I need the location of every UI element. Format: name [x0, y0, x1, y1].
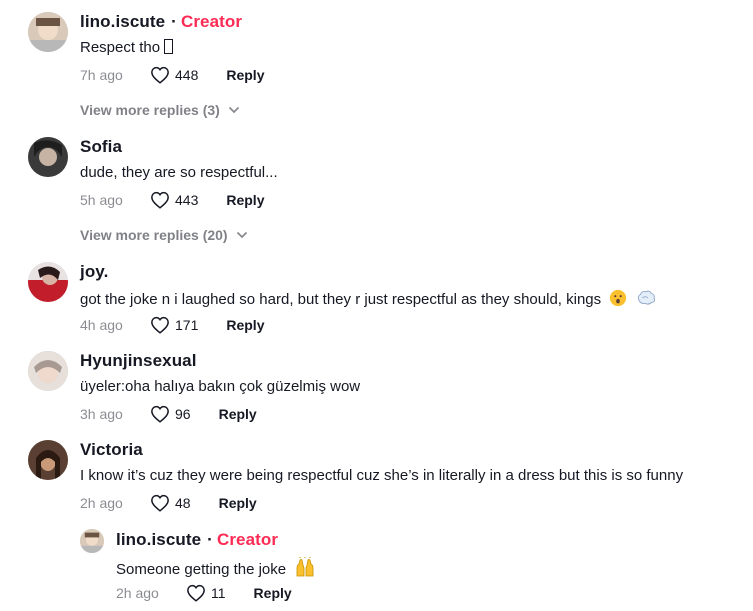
view-more-replies-button[interactable]: View more replies (3): [80, 102, 240, 118]
comment-username[interactable]: Hyunjinsexual: [80, 351, 197, 371]
raising-hands-emoji: [296, 557, 314, 577]
heart-icon: [151, 405, 169, 423]
avatar[interactable]: [28, 351, 68, 391]
comment-username[interactable]: lino.iscute · Creator: [116, 530, 278, 550]
comment-text: got the joke n i laughed so hard, but th…: [80, 289, 656, 308]
like-count: 48: [175, 495, 191, 511]
avatar[interactable]: [28, 440, 68, 480]
hushed-face-emoji: [610, 289, 627, 307]
heart-icon: [187, 584, 205, 602]
like-button[interactable]: 171: [150, 316, 198, 334]
comment-text: I know it’s cuz they were being respectf…: [80, 467, 684, 484]
creator-badge: Creator: [216, 530, 279, 549]
comment-meta: 5h ago 443 Reply: [80, 191, 264, 209]
comment-time: 2h ago: [116, 585, 159, 601]
avatar[interactable]: [28, 262, 68, 302]
heart-icon: [151, 66, 169, 84]
like-count: 448: [175, 67, 199, 83]
comment-text: Someone getting the joke: [116, 557, 316, 578]
like-button[interactable]: 48: [150, 494, 191, 512]
comment-time: 5h ago: [80, 192, 123, 208]
avatar[interactable]: [80, 529, 104, 553]
comment-username[interactable]: Sofia: [80, 137, 122, 157]
comment-text: dude, they are so respectful...: [80, 164, 278, 181]
comment-time: 2h ago: [80, 495, 123, 511]
comment-time: 4h ago: [80, 317, 123, 333]
comment-text: Respect tho: [80, 39, 174, 56]
comment-meta: 7h ago 448 Reply: [80, 66, 264, 84]
avatar[interactable]: [28, 12, 68, 52]
reply-button[interactable]: Reply: [226, 317, 264, 333]
comment-time: 3h ago: [80, 406, 123, 422]
heart-icon: [151, 316, 169, 334]
comment-meta: 2h ago 11 Reply: [116, 584, 292, 602]
avatar[interactable]: [28, 137, 68, 177]
creator-badge: Creator: [180, 12, 243, 31]
like-button[interactable]: 96: [150, 405, 191, 423]
like-button[interactable]: 443: [150, 191, 198, 209]
reply-button[interactable]: Reply: [219, 495, 257, 511]
comment-meta: 2h ago 48 Reply: [80, 494, 257, 512]
comment-username[interactable]: Victoria: [80, 440, 143, 460]
missing-glyph-icon: [164, 39, 174, 54]
comment-text: üyeler:oha halıya bakın çok güzelmiş wow: [80, 378, 361, 395]
like-count: 11: [211, 585, 226, 601]
reply-button[interactable]: Reply: [226, 192, 264, 208]
like-button[interactable]: 11: [186, 584, 226, 602]
like-button[interactable]: 448: [150, 66, 198, 84]
comment-username[interactable]: joy.: [80, 262, 108, 282]
chevron-down-icon: [228, 106, 239, 114]
heart-icon: [151, 191, 169, 209]
like-count: 171: [175, 317, 199, 333]
chevron-down-icon: [236, 231, 247, 239]
dash-emoji: [637, 290, 655, 305]
comment-meta: 4h ago 171 Reply: [80, 316, 264, 334]
reply-button[interactable]: Reply: [226, 67, 264, 83]
reply-button[interactable]: Reply: [219, 406, 257, 422]
view-more-replies-button[interactable]: View more replies (20): [80, 227, 248, 243]
comment-meta: 3h ago 96 Reply: [80, 405, 257, 423]
comment-time: 7h ago: [80, 67, 123, 83]
like-count: 443: [175, 192, 199, 208]
reply-button[interactable]: Reply: [254, 585, 292, 601]
like-count: 96: [175, 406, 191, 422]
comment-username[interactable]: lino.iscute · Creator: [80, 12, 242, 32]
heart-icon: [151, 494, 169, 512]
